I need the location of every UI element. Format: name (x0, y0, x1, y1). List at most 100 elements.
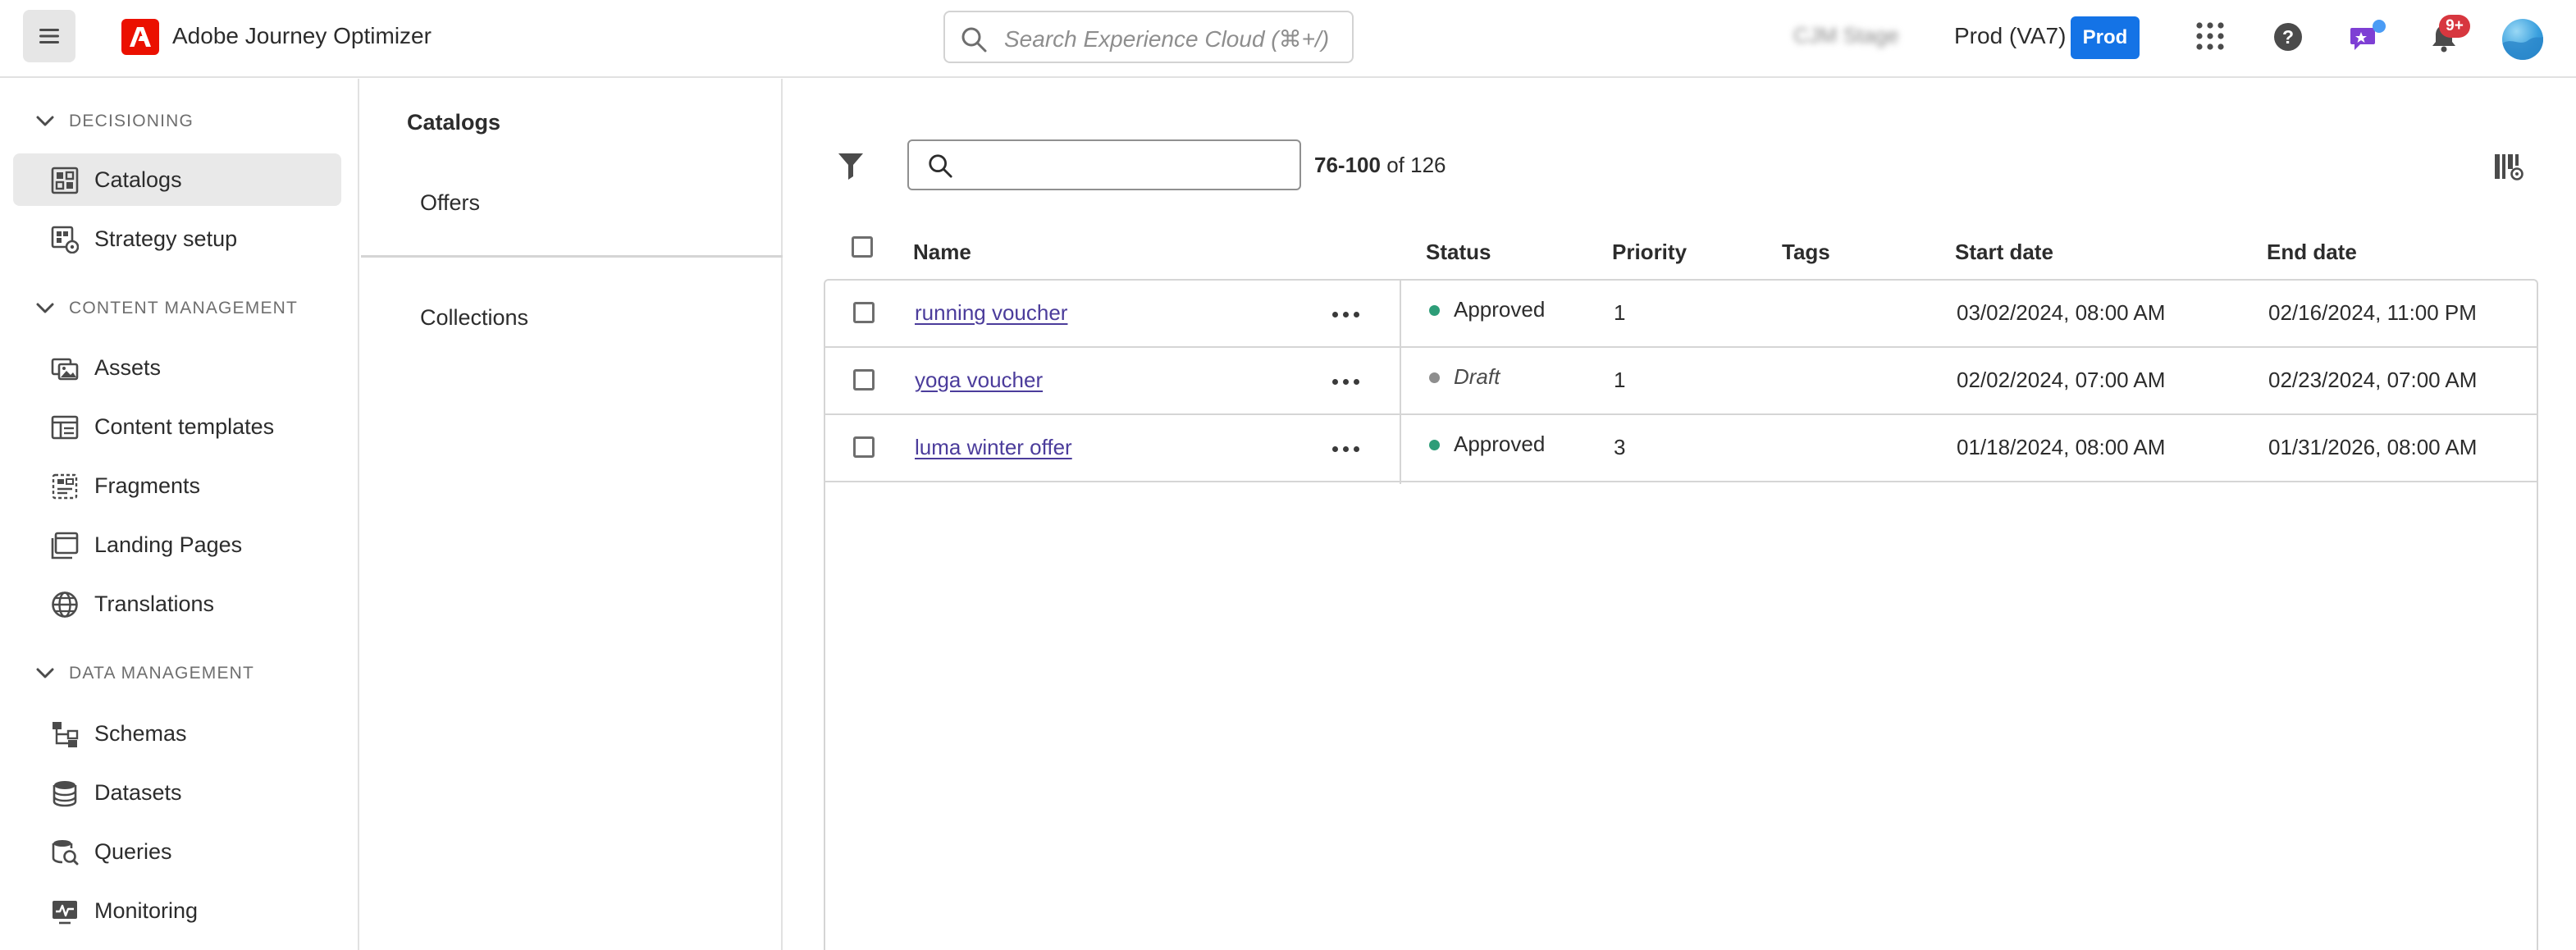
sidebar-item-translations[interactable]: Translations (13, 578, 341, 630)
status-dot (1429, 372, 1440, 383)
help-icon[interactable]: ? (2273, 22, 2303, 52)
global-search-input[interactable]: Search Experience Cloud (⌘+/) (943, 11, 1354, 63)
menu-button[interactable] (23, 10, 75, 62)
row-checkbox[interactable] (853, 436, 875, 458)
subnav-item-offers[interactable]: Offers (420, 190, 480, 216)
sidebar-item-label: Content templates (94, 414, 275, 439)
status-dot (1429, 305, 1440, 316)
svg-text:?: ? (2282, 26, 2294, 48)
catalogs-subnav: Catalogs Offers Collections (361, 79, 783, 950)
section-label: DECISIONING (69, 112, 194, 130)
sidebar-item-schemas[interactable]: Schemas (13, 707, 341, 760)
menu-icon (39, 29, 59, 43)
content-templates-icon (51, 415, 79, 440)
priority-cell: 3 (1614, 435, 1626, 459)
more-actions-icon[interactable] (1332, 379, 1359, 385)
column-header-priority[interactable]: Priority (1612, 240, 1687, 265)
adobe-logo-icon[interactable] (121, 19, 159, 55)
row-checkbox[interactable] (853, 369, 875, 391)
section-data-management[interactable]: DATA MANAGEMENT (36, 664, 254, 683)
sidebar-item-landing-pages[interactable]: Landing Pages (13, 518, 341, 571)
sidebar-item-label: Datasets (94, 780, 182, 805)
sidebar-item-catalogs[interactable]: Catalogs (13, 153, 341, 206)
fragments-icon (52, 473, 78, 500)
sidebar-item-queries[interactable]: Queries (13, 825, 341, 878)
sidebar-item-strategy-setup[interactable]: Strategy setup (13, 212, 341, 265)
chat-indicator-dot (2373, 20, 2386, 33)
table-row[interactable]: yoga voucher Draft 1 02/02/2024, 07:00 A… (825, 348, 2537, 415)
datasets-icon (53, 781, 77, 807)
sidebar-item-monitoring[interactable]: Monitoring (13, 884, 341, 937)
queries-icon (52, 840, 79, 866)
section-decisioning[interactable]: DECISIONING (36, 112, 194, 131)
end-date-cell: 02/23/2024, 07:00 AM (2268, 368, 2478, 392)
subnav-title: Catalogs (407, 110, 501, 135)
sidebar-item-assets[interactable]: Assets (13, 341, 341, 394)
sidebar-item-label: Queries (94, 839, 172, 864)
sidebar-item-label: Catalogs (94, 167, 182, 192)
row-checkbox[interactable] (853, 302, 875, 323)
table-body: running voucher Approved 1 03/02/2024, 0… (824, 279, 2538, 950)
subnav-divider (361, 255, 783, 258)
search-placeholder: Search Experience Cloud (⌘+/) (1004, 26, 1330, 52)
offer-name-link[interactable]: yoga voucher (915, 368, 1043, 393)
org-name[interactable]: CJM Stage (1793, 23, 1899, 48)
search-icon (961, 27, 987, 53)
filter-icon[interactable] (837, 151, 865, 180)
column-header-tags[interactable]: Tags (1782, 240, 1830, 265)
search-icon (929, 154, 952, 178)
catalogs-icon (51, 167, 79, 194)
strategy-setup-icon (51, 226, 79, 253)
apps-grid-icon[interactable] (2195, 21, 2225, 51)
priority-cell: 1 (1614, 300, 1626, 325)
sidebar-item-fragments[interactable]: Fragments (13, 459, 341, 512)
chevron-down-icon (36, 116, 54, 126)
range-current: 76-100 (1314, 153, 1381, 177)
sidebar-item-datasets[interactable]: Datasets (13, 766, 341, 819)
left-navigation: DECISIONING Catalogs Strategy setup CONT… (0, 79, 359, 950)
sidebar-item-label: Strategy setup (94, 226, 238, 251)
user-avatar[interactable] (2502, 19, 2543, 60)
globe-icon (52, 591, 78, 618)
chevron-down-icon (36, 668, 54, 678)
select-all-checkbox[interactable] (852, 236, 873, 258)
env-badge[interactable]: Prod (2071, 16, 2140, 59)
app-title[interactable]: Adobe Journey Optimizer (172, 23, 432, 49)
status-dot (1429, 440, 1440, 450)
end-date-cell: 01/31/2026, 08:00 AM (2268, 435, 2478, 459)
status-label: Approved (1454, 432, 1546, 456)
monitoring-icon (53, 901, 77, 925)
column-header-status[interactable]: Status (1426, 240, 1491, 265)
table-row[interactable]: luma winter offer Approved 3 01/18/2024,… (825, 415, 2537, 482)
column-header-start-date[interactable]: Start date (1955, 240, 2053, 265)
subnav-item-collections[interactable]: Collections (420, 305, 528, 331)
sandbox-name[interactable]: Prod (VA7) (1954, 23, 2066, 49)
sidebar-item-label: Translations (94, 591, 215, 616)
table-search-input[interactable] (907, 139, 1301, 190)
status-label: Approved (1454, 297, 1546, 322)
top-bar: Adobe Journey Optimizer Search Experienc… (0, 0, 2576, 78)
status-label: Draft (1454, 364, 1500, 389)
column-header-end-date[interactable]: End date (2267, 240, 2357, 265)
sidebar-item-label: Fragments (94, 473, 201, 498)
notifications-count-badge: 9+ (2439, 15, 2470, 38)
section-label: DATA MANAGEMENT (69, 664, 255, 683)
assets-icon (51, 358, 79, 381)
offer-name-link[interactable]: running voucher (915, 300, 1067, 326)
column-header-name[interactable]: Name (913, 240, 971, 265)
more-actions-icon[interactable] (1332, 312, 1359, 317)
sidebar-item-label: Monitoring (94, 898, 199, 923)
sidebar-item-content-templates[interactable]: Content templates (13, 400, 341, 453)
range-total: of 126 (1386, 153, 1446, 177)
offer-name-link[interactable]: luma winter offer (915, 435, 1072, 460)
priority-cell: 1 (1614, 368, 1626, 392)
table-row[interactable]: running voucher Approved 1 03/02/2024, 0… (825, 281, 2537, 348)
sidebar-item-label: Schemas (94, 721, 187, 746)
chevron-down-icon (36, 303, 54, 313)
end-date-cell: 02/16/2024, 11:00 PM (2268, 300, 2477, 325)
sidebar-item-label: Landing Pages (94, 532, 243, 557)
more-actions-icon[interactable] (1332, 446, 1359, 452)
column-settings-icon[interactable] (2494, 153, 2525, 182)
section-content-management[interactable]: CONTENT MANAGEMENT (36, 299, 298, 318)
schemas-icon (53, 722, 79, 747)
